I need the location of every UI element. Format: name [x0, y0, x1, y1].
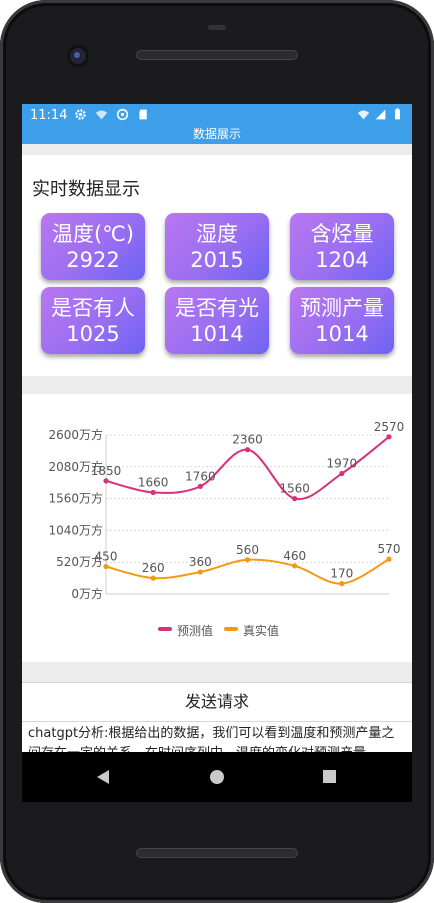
bottom-speaker — [136, 848, 298, 858]
legend-label: 预测值 — [177, 623, 213, 638]
y-tick-label: 0万方 — [71, 586, 103, 601]
tile-label: 温度(℃) — [52, 222, 134, 246]
data-label: 1850 — [91, 464, 122, 478]
data-point — [292, 563, 298, 569]
back-icon[interactable] — [97, 770, 109, 784]
legend-swatch — [224, 627, 238, 631]
cell-signal-icon — [375, 109, 386, 120]
data-label: 1760 — [185, 469, 216, 483]
data-label: 570 — [378, 542, 401, 556]
data-label: 1660 — [138, 475, 169, 489]
home-icon[interactable] — [210, 770, 224, 784]
phone-sensor — [208, 25, 226, 30]
y-tick-label: 1560万方 — [48, 491, 103, 506]
data-point — [197, 569, 203, 575]
data-point — [339, 581, 345, 587]
realtime-data-card: 实时数据显示 温度(℃) 2922 湿度 2015 含烃量 1204 是否有人 … — [22, 155, 412, 376]
app-bar: 11:14 数据展示 — [22, 104, 412, 144]
data-label: 360 — [189, 555, 212, 569]
data-point — [292, 496, 298, 502]
status-time: 11:14 — [30, 108, 68, 123]
data-label: 2570 — [374, 420, 405, 434]
tile-hydrocarbon[interactable]: 含烃量 1204 — [290, 213, 394, 280]
tile-light-presence[interactable]: 是否有光 1014 — [165, 287, 269, 354]
recent-apps-icon[interactable] — [323, 770, 336, 783]
y-tick-label: 1040万方 — [48, 522, 103, 537]
data-label: 2360 — [232, 433, 263, 447]
data-label: 170 — [330, 567, 353, 581]
tile-value: 1014 — [315, 322, 369, 346]
battery-icon — [395, 108, 400, 120]
data-label: 560 — [236, 543, 259, 557]
wifi-icon — [95, 110, 108, 120]
data-point — [150, 575, 156, 581]
data-point — [103, 563, 109, 570]
data-point — [386, 556, 392, 562]
data-point — [103, 478, 109, 484]
tile-label: 含烃量 — [310, 222, 374, 246]
data-label: 450 — [95, 549, 118, 563]
tile-value: 1025 — [66, 322, 120, 346]
tile-value: 2015 — [190, 248, 244, 272]
data-point — [244, 557, 251, 563]
front-camera — [70, 48, 86, 64]
sd-card-icon — [139, 109, 147, 120]
data-point — [339, 470, 345, 477]
data-label: 260 — [142, 561, 165, 575]
settings-icon — [75, 109, 86, 120]
data-point — [150, 489, 156, 496]
status-icons-right — [357, 108, 404, 121]
send-request-button[interactable]: 发送请求 — [22, 682, 412, 722]
wifi-signal-icon — [357, 110, 370, 120]
system-nav-bar — [22, 752, 412, 802]
tile-label: 湿度 — [196, 222, 238, 246]
tile-label: 是否有光 — [175, 296, 259, 320]
app-screen: 11:14 数据展示 实时数据显示 温度(℃) 2922 湿度 2015 含烃量… — [22, 104, 412, 796]
data-label: 1560 — [279, 482, 310, 496]
tile-label: 预测产量 — [300, 296, 384, 320]
y-tick-label: 2600万方 — [48, 427, 103, 442]
tile-predicted-output[interactable]: 预测产量 1014 — [290, 287, 394, 354]
tile-person-presence[interactable]: 是否有人 1025 — [41, 287, 145, 354]
data-label: 460 — [283, 549, 306, 563]
tile-humidity[interactable]: 湿度 2015 — [165, 213, 269, 280]
realtime-title: 实时数据显示 — [32, 179, 140, 200]
chart-card: 0万方 520万方 1040万方 1560万方 2080万方 2600万方 1850 1660… — [22, 394, 412, 662]
data-point — [386, 434, 392, 440]
tile-value: 1204 — [315, 248, 369, 272]
data-point — [244, 447, 251, 453]
page-title: 数据展示 — [192, 127, 241, 141]
legend-swatch — [158, 627, 172, 631]
tile-label: 是否有人 — [51, 296, 135, 320]
tile-temperature[interactable]: 温度(℃) 2922 — [41, 213, 145, 280]
tile-value: 2922 — [66, 248, 120, 272]
status-icons-left — [74, 108, 150, 121]
data-point — [197, 483, 203, 489]
tile-value: 1014 — [190, 322, 244, 346]
legend-label: 真实值 — [243, 623, 279, 638]
data-label: 1970 — [327, 457, 358, 471]
earpiece-speaker — [136, 50, 298, 60]
line-chart: 0万方520万方1040万方1560万方2080万方2600万方18501660… — [48, 420, 405, 638]
sync-icon — [116, 108, 129, 121]
